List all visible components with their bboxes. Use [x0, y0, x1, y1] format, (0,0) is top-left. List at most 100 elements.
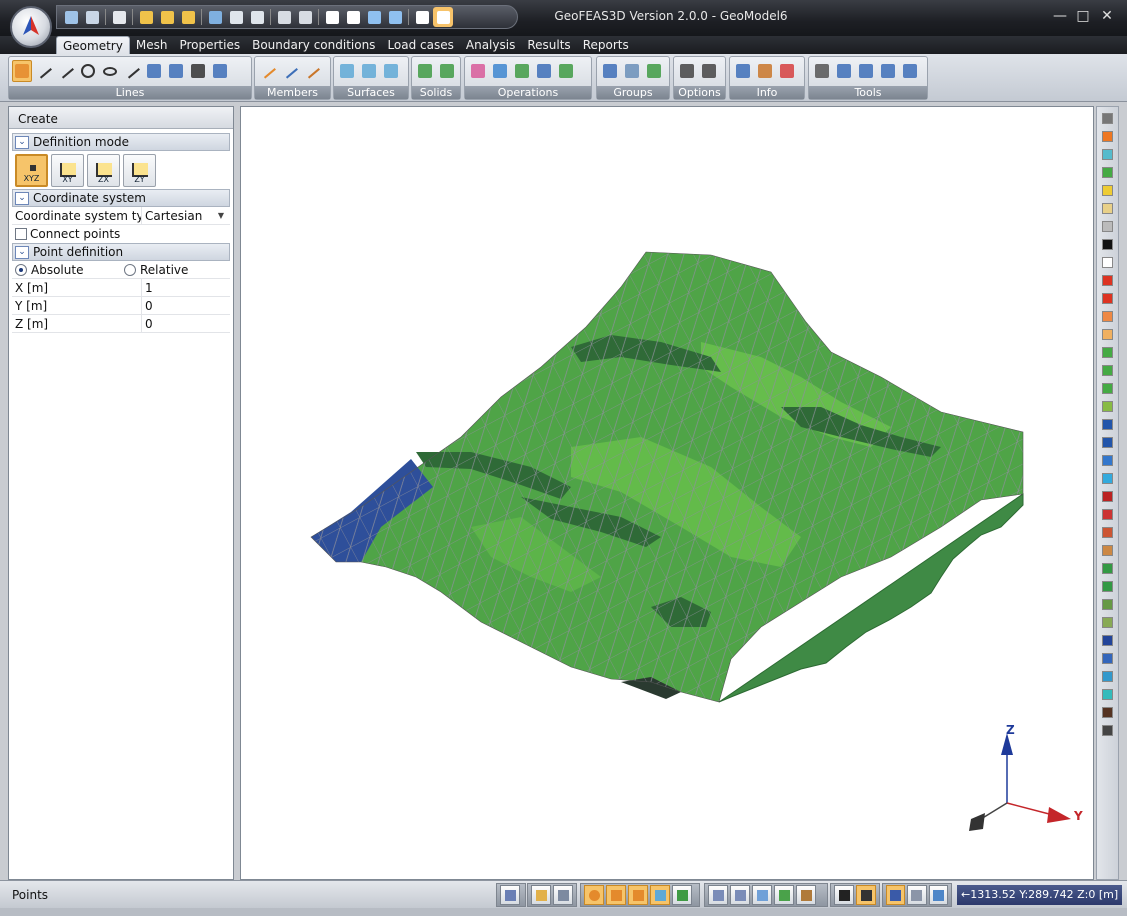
layout-window-button[interactable]	[928, 885, 948, 905]
show-loads-button[interactable]	[752, 885, 772, 905]
absolute-radio[interactable]	[15, 263, 27, 276]
mirror-button[interactable]	[534, 60, 554, 82]
pen-button[interactable]	[777, 60, 797, 82]
member-split-button[interactable]	[302, 60, 322, 82]
measure-button[interactable]	[733, 60, 753, 82]
spline-button[interactable]	[122, 60, 142, 82]
color-swatch[interactable]	[1102, 635, 1113, 646]
solid-box-button[interactable]	[415, 60, 435, 82]
mode-xy-button[interactable]: XY	[51, 154, 84, 187]
relative-radio[interactable]	[124, 263, 136, 276]
color-swatch[interactable]	[1102, 509, 1113, 520]
layout-single-button[interactable]	[886, 885, 906, 905]
show-groups-button[interactable]	[796, 885, 816, 905]
tab-properties[interactable]: Properties	[173, 36, 246, 54]
snap-hand-button[interactable]	[531, 885, 551, 905]
color-swatch[interactable]	[1102, 437, 1113, 448]
snap-grid-button[interactable]	[553, 885, 573, 905]
terrain-model[interactable]	[241, 107, 1093, 879]
tab-analysis[interactable]: Analysis	[460, 36, 521, 54]
group-button[interactable]	[600, 60, 620, 82]
help-book-button[interactable]	[878, 60, 898, 82]
grid-view-button[interactable]	[500, 885, 520, 905]
layout-list-button[interactable]	[907, 885, 927, 905]
definition-mode-section[interactable]: ⌄ Definition mode	[12, 133, 230, 151]
minimize-button[interactable]: —	[1050, 8, 1070, 24]
color-swatch[interactable]	[1102, 203, 1113, 214]
dropdown-arrow-icon[interactable]: ▼	[218, 207, 224, 225]
collapse-chevron-icon[interactable]: ⌄	[15, 135, 29, 149]
group-remove-button[interactable]	[644, 60, 664, 82]
color-swatch[interactable]	[1102, 131, 1113, 142]
tab-geometry[interactable]: Geometry	[56, 36, 130, 54]
filter-members-button[interactable]	[628, 885, 648, 905]
export-button[interactable]	[677, 60, 697, 82]
color-swatch[interactable]	[1102, 275, 1113, 286]
tab-mesh[interactable]: Mesh	[130, 36, 174, 54]
extend-button[interactable]	[210, 60, 230, 82]
split-button[interactable]	[188, 60, 208, 82]
mode-zy-button[interactable]: ZY	[123, 154, 156, 187]
close-button[interactable]: ✕	[1097, 8, 1117, 24]
tab-results[interactable]: Results	[521, 36, 576, 54]
coordinate-system-section[interactable]: ⌄ Coordinate system	[12, 189, 230, 207]
color-swatch[interactable]	[1102, 473, 1113, 484]
filter-surfaces-button[interactable]	[650, 885, 670, 905]
color-swatch[interactable]	[1102, 257, 1113, 268]
color-swatch[interactable]	[1102, 581, 1113, 592]
collapse-chevron-icon[interactable]: ⌄	[15, 245, 29, 259]
surface-button[interactable]	[337, 60, 357, 82]
undo-button[interactable]	[834, 60, 854, 82]
color-swatch[interactable]	[1102, 383, 1113, 394]
grid-button[interactable]	[699, 60, 719, 82]
redo-button[interactable]	[856, 60, 876, 82]
maximize-button[interactable]: □	[1073, 8, 1093, 24]
color-swatch[interactable]	[1102, 167, 1113, 178]
color-swatch[interactable]	[1102, 653, 1113, 664]
point-definition-section[interactable]: ⌄ Point definition	[12, 243, 230, 261]
rotate-op-button[interactable]	[556, 60, 576, 82]
arc-button[interactable]	[56, 60, 76, 82]
color-swatch[interactable]	[1102, 293, 1113, 304]
filter-points-button[interactable]	[584, 885, 604, 905]
member-button[interactable]	[258, 60, 278, 82]
color-swatch[interactable]	[1102, 707, 1113, 718]
intersect-button[interactable]	[166, 60, 186, 82]
collapse-chevron-icon[interactable]: ⌄	[15, 191, 29, 205]
tab-load-cases[interactable]: Load cases	[381, 36, 459, 54]
color-swatch[interactable]	[1102, 563, 1113, 574]
color-swatch[interactable]	[1102, 455, 1113, 466]
group-add-button[interactable]	[622, 60, 642, 82]
z-field-input[interactable]: 0	[142, 315, 230, 333]
color-swatch[interactable]	[1102, 491, 1113, 502]
coordinate-type-select[interactable]: Cartesian ▼	[142, 207, 230, 225]
eraser-button[interactable]	[812, 60, 832, 82]
help-button[interactable]	[900, 60, 920, 82]
extrude-button[interactable]	[512, 60, 532, 82]
color-swatch[interactable]	[1102, 689, 1113, 700]
color-swatch[interactable]	[1102, 329, 1113, 340]
app-menu-button[interactable]	[10, 6, 52, 48]
mode-zx-button[interactable]: ZX	[87, 154, 120, 187]
wireframe-button[interactable]	[834, 885, 854, 905]
solid-prism-button[interactable]	[437, 60, 457, 82]
surface-sweep-button[interactable]	[381, 60, 401, 82]
divide-button[interactable]	[144, 60, 164, 82]
color-swatch[interactable]	[1102, 221, 1113, 232]
color-swatch[interactable]	[1102, 365, 1113, 376]
color-swatch[interactable]	[1102, 419, 1113, 430]
mode-xyz-button[interactable]: XYZ	[15, 154, 48, 187]
color-swatch[interactable]	[1102, 185, 1113, 196]
color-swatch[interactable]	[1102, 347, 1113, 358]
x-field-input[interactable]: 1	[142, 279, 230, 297]
line-button[interactable]	[34, 60, 54, 82]
color-swatch[interactable]	[1102, 149, 1113, 160]
shaded-button[interactable]	[856, 885, 876, 905]
model-viewport[interactable]: Z Y	[240, 106, 1094, 880]
color-swatch[interactable]	[1102, 545, 1113, 556]
color-swatch[interactable]	[1102, 671, 1113, 682]
show-nodes-button[interactable]	[708, 885, 728, 905]
tab-reports[interactable]: Reports	[577, 36, 635, 54]
show-elements-button[interactable]	[730, 885, 750, 905]
color-swatch[interactable]	[1102, 527, 1113, 538]
